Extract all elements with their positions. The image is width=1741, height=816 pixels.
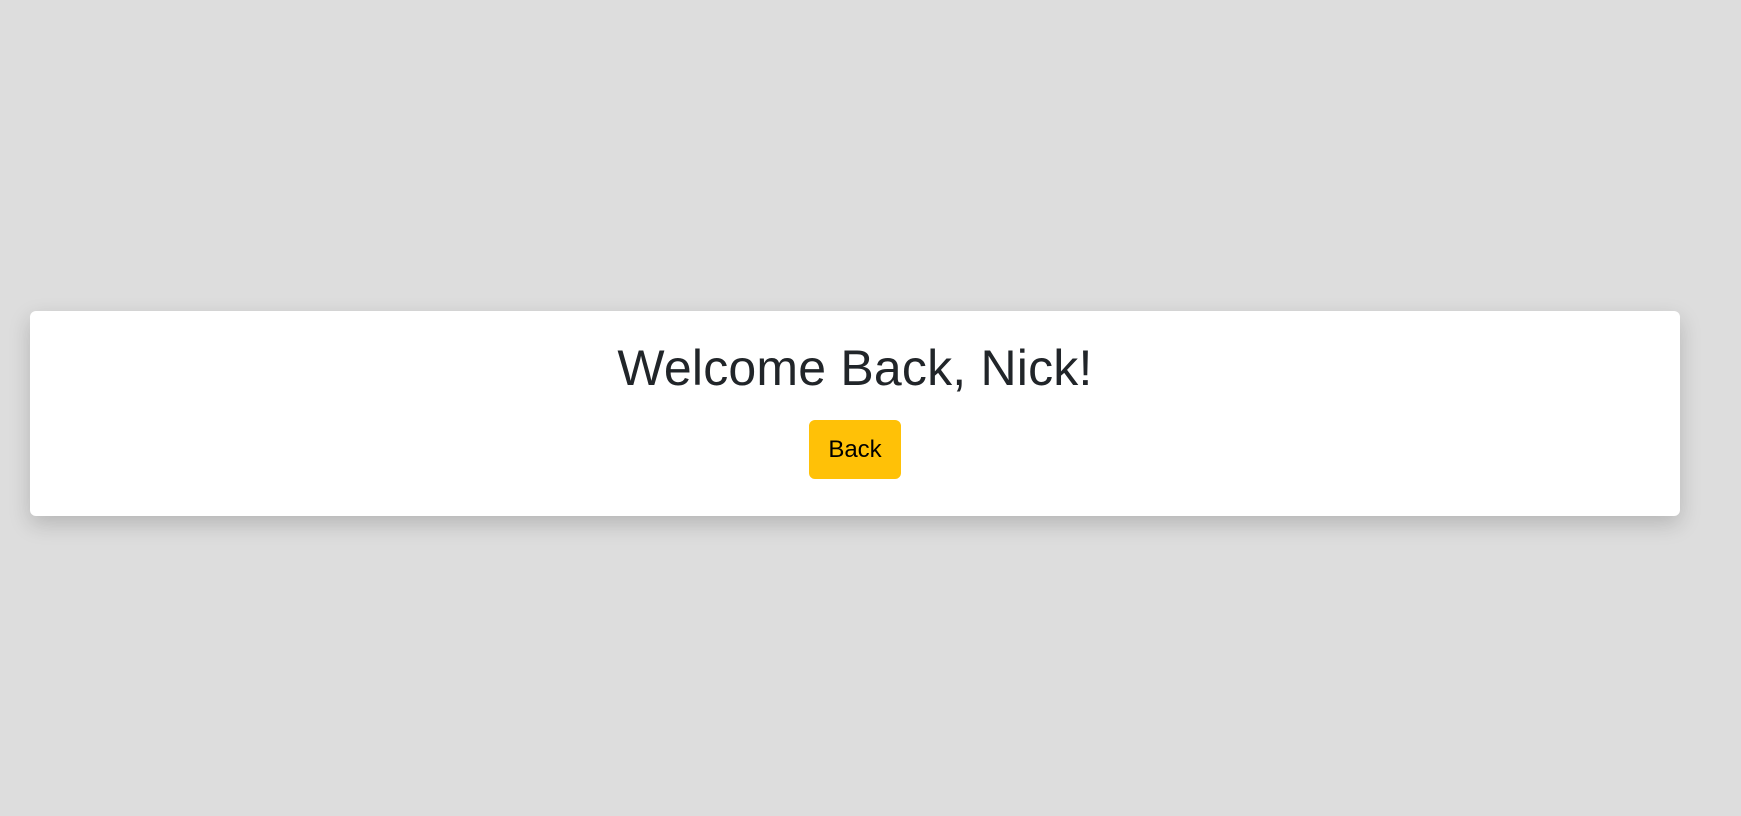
welcome-card: Welcome Back, Nick! Back xyxy=(30,311,1680,516)
back-button[interactable]: Back xyxy=(809,420,901,479)
welcome-heading: Welcome Back, Nick! xyxy=(617,340,1093,396)
page: Welcome Back, Nick! Back xyxy=(0,0,1741,816)
